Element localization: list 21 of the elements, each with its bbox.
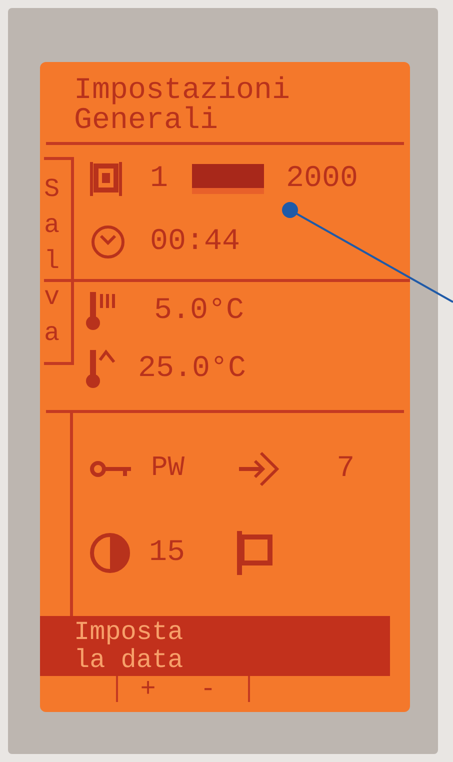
screen-title: Impostazioni xyxy=(74,76,292,106)
contrast-value: 15 xyxy=(149,534,186,572)
softkey-label[interactable]: - xyxy=(178,676,238,702)
contrast-icon xyxy=(89,531,131,575)
calendar-icon xyxy=(88,159,124,199)
date-year: 2000 xyxy=(286,160,358,198)
thermometer-icon xyxy=(84,348,118,390)
message-text: la data xyxy=(74,646,184,674)
temperature-value: 25.0°C xyxy=(138,350,246,388)
message-text: Imposta xyxy=(74,618,184,646)
softkey-label[interactable]: + xyxy=(118,676,178,702)
password-label: PW xyxy=(151,452,185,486)
screen-title: Generali xyxy=(74,106,218,136)
address-value: 7 xyxy=(336,450,355,488)
clock-icon xyxy=(90,224,126,260)
time-value: 00:44 xyxy=(150,224,240,260)
date-day: 1 xyxy=(150,156,168,202)
month-field[interactable] xyxy=(192,164,264,194)
thermometer-icon xyxy=(84,290,118,332)
temperature-value: 5.0°C xyxy=(154,292,244,330)
flag-icon xyxy=(235,529,276,577)
